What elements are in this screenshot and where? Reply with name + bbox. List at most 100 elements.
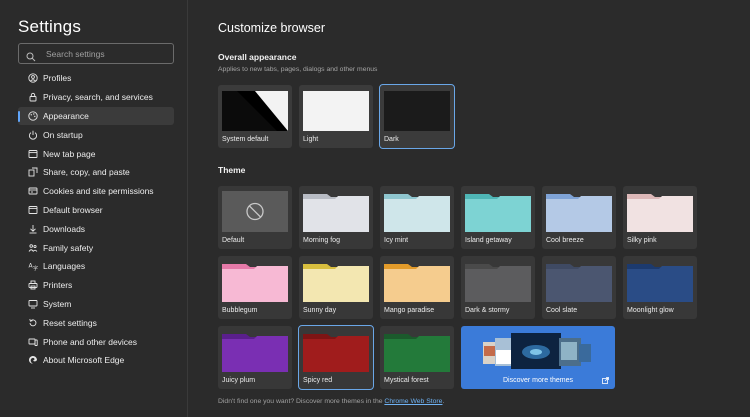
sidebar-item-label: Downloads — [43, 223, 86, 234]
family-icon — [28, 243, 38, 253]
theme-folder-preview — [384, 264, 450, 302]
overall-appearance-subtitle: Applies to new tabs, pages, dialogs and … — [218, 66, 378, 73]
sidebar-item-label: Cookies and site permissions — [43, 186, 154, 197]
sidebar-item-label: System — [43, 298, 72, 309]
theme-label: Sunny day — [303, 307, 337, 314]
theme-tile-icy-mint[interactable]: Icy mint — [380, 186, 454, 249]
chrome-web-store-link[interactable]: Chrome Web Store — [384, 398, 442, 405]
search-box[interactable] — [18, 43, 174, 64]
default-theme-preview — [222, 191, 288, 232]
sidebar-item-profiles[interactable]: Profiles — [18, 69, 174, 88]
footer-note: Didn't find one you want? Discover more … — [218, 398, 444, 405]
sidebar-item-privacy-search-and-services[interactable]: Privacy, search, and services — [18, 88, 174, 107]
theme-folder-preview — [222, 334, 288, 372]
theme-folder-preview — [384, 334, 450, 372]
printer-icon — [28, 280, 38, 290]
option-label: System default — [222, 136, 269, 143]
sidebar-item-system[interactable]: System — [18, 295, 174, 314]
sidebar-item-new-tab-page[interactable]: New tab page — [18, 144, 174, 163]
theme-label: Cool breeze — [546, 237, 584, 244]
theme-tile-dark-stormy[interactable]: Dark & stormy — [461, 256, 535, 319]
theme-folder-preview — [303, 194, 369, 232]
main-content: Customize browser Overall appearance App… — [218, 0, 738, 417]
theme-tile-juicy-plum[interactable]: Juicy plum — [218, 326, 292, 389]
theme-folder-preview — [627, 194, 693, 232]
lock-icon — [28, 92, 38, 102]
theme-label: Island getaway — [465, 237, 512, 244]
sidebar-item-phone-and-other-devices[interactable]: Phone and other devices — [18, 332, 174, 351]
theme-tile-spicy-red[interactable]: Spicy red — [298, 325, 374, 390]
theme-label: Mango paradise — [384, 307, 435, 314]
browser-icon — [28, 205, 38, 215]
theme-label: Spicy red — [303, 377, 333, 384]
settings-title: Settings — [18, 17, 82, 36]
sidebar-item-languages[interactable]: A 字 Languages — [18, 257, 174, 276]
sidebar-item-share-copy-and-paste[interactable]: Share, copy, and paste — [18, 163, 174, 182]
theme-label: Moonlight glow — [627, 307, 674, 314]
sidebar-item-printers[interactable]: Printers — [18, 276, 174, 295]
sidebar-item-label: Printers — [43, 280, 73, 291]
sidebar-item-label: On startup — [43, 129, 83, 140]
theme-tile-cool-slate[interactable]: Cool slate — [542, 256, 616, 319]
theme-folder-preview — [546, 264, 612, 302]
search-icon — [26, 49, 36, 61]
theme-tile-morning-fog[interactable]: Morning fog — [299, 186, 373, 249]
page-title: Customize browser — [218, 21, 325, 35]
new-tab-icon — [28, 149, 38, 159]
sidebar-item-default-browser[interactable]: Default browser — [18, 201, 174, 220]
sidebar-item-label: About Microsoft Edge — [43, 355, 125, 366]
appearance-option-dark[interactable]: Dark — [379, 84, 455, 149]
sidebar-item-family-safety[interactable]: Family safety — [18, 238, 174, 257]
discover-label: Discover more themes — [502, 377, 574, 384]
theme-tile-sunny-day[interactable]: Sunny day — [299, 256, 373, 319]
sidebar-item-label: Privacy, search, and services — [43, 92, 153, 103]
theme-tile-moonlight-glow[interactable]: Moonlight glow — [623, 256, 697, 319]
palette-icon — [28, 111, 38, 121]
download-icon — [28, 224, 38, 234]
discover-more-themes-button[interactable]: Discover more themes — [461, 326, 615, 389]
theme-tile-bubblegum[interactable]: Bubblegum — [218, 256, 292, 319]
theme-label: Icy mint — [384, 237, 409, 244]
theme-tile-island-getaway[interactable]: Island getaway — [461, 186, 535, 249]
sidebar-item-cookies-and-site-permissions[interactable]: Cookies and site permissions — [18, 182, 174, 201]
theme-tile-cool-breeze[interactable]: Cool breeze — [542, 186, 616, 249]
settings-nav: Profiles Privacy, search, and services App… — [18, 69, 174, 370]
overall-appearance-heading: Overall appearance — [218, 52, 297, 62]
theme-label: Default — [222, 237, 245, 244]
theme-folder-preview — [627, 264, 693, 302]
sidebar-item-label: Family safety — [43, 242, 94, 253]
option-label: Dark — [384, 136, 399, 143]
theme-label: Dark & stormy — [465, 307, 510, 314]
sidebar-item-label: New tab page — [43, 148, 96, 159]
footer-end: . — [442, 398, 445, 405]
theme-tile-mystical-forest[interactable]: Mystical forest — [380, 326, 454, 389]
light-preview — [303, 91, 369, 131]
sidebar-item-reset-settings[interactable]: Reset settings — [18, 313, 174, 332]
sidebar-item-appearance[interactable]: Appearance — [18, 106, 174, 126]
theme-folder-preview — [222, 264, 288, 302]
system-default-preview — [222, 91, 288, 131]
theme-tile-silky-pink[interactable]: Silky pink — [623, 186, 697, 249]
sidebar-item-about-microsoft-edge[interactable]: About Microsoft Edge — [18, 351, 174, 370]
sidebar-item-label: Phone and other devices — [43, 336, 138, 347]
theme-label: Morning fog — [303, 237, 340, 244]
theme-folder-preview — [384, 194, 450, 232]
theme-label: Silky pink — [627, 237, 657, 244]
appearance-option-system-default[interactable]: System default — [218, 85, 292, 148]
theme-tile-mango-paradise[interactable]: Mango paradise — [380, 256, 454, 319]
option-label: Light — [303, 136, 319, 143]
sidebar-item-label: Default browser — [43, 204, 103, 215]
appearance-option-light[interactable]: Light — [299, 85, 373, 148]
theme-folder-preview — [303, 334, 369, 372]
theme-heading: Theme — [218, 165, 246, 175]
share-icon — [28, 167, 38, 177]
themes-collage-image — [483, 333, 591, 369]
theme-tile-default[interactable]: Default — [218, 186, 292, 249]
sidebar-item-on-startup[interactable]: On startup — [18, 125, 174, 144]
sidebar-item-downloads[interactable]: Downloads — [18, 219, 174, 238]
sidebar-item-label: Languages — [43, 261, 86, 272]
theme-folder-preview — [465, 264, 531, 302]
power-icon — [28, 130, 38, 140]
search-input[interactable] — [46, 48, 166, 59]
theme-folder-preview — [465, 194, 531, 232]
